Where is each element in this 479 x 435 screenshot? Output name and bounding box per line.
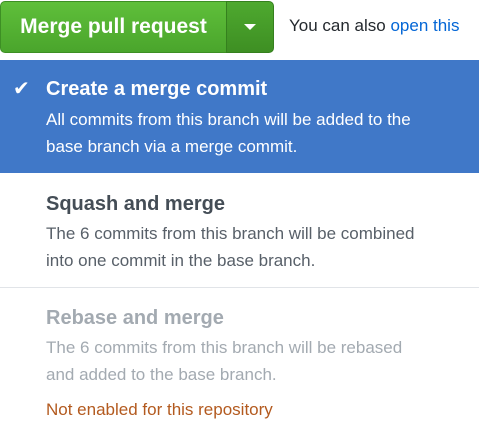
merge-method-dropdown-button[interactable] — [226, 1, 274, 53]
option-title: Rebase and merge — [46, 307, 224, 329]
option-title: Create a merge commit — [46, 78, 268, 100]
option-description: All commits from this branch will be add… — [46, 106, 466, 160]
open-this-link[interactable]: open this — [390, 16, 459, 35]
option-description-line: All commits from this branch will be add… — [46, 110, 411, 129]
alternate-actions-text: You can also open this — [289, 16, 459, 36]
merge-panel: Merge pull request You can also open thi… — [0, 0, 479, 435]
not-enabled-warning: Not enabled for this repository — [46, 400, 273, 419]
option-create-merge-commit[interactable]: ✔ Create a merge commit All commits from… — [0, 60, 479, 173]
option-description-line: base branch via a merge commit. — [46, 137, 298, 156]
caret-down-icon — [244, 24, 256, 30]
option-description-line: and added to the base branch. — [46, 365, 277, 384]
option-description: The 6 commits from this branch will be r… — [46, 334, 466, 388]
merge-pull-request-button[interactable]: Merge pull request — [0, 1, 226, 53]
option-squash-and-merge[interactable]: Squash and merge The 6 commits from this… — [0, 173, 479, 288]
option-description-line: The 6 commits from this branch will be c… — [46, 224, 415, 243]
option-description: The 6 commits from this branch will be c… — [46, 220, 466, 274]
option-description-line: The 6 commits from this branch will be r… — [46, 338, 403, 357]
option-description-line: into one commit in the base branch. — [46, 251, 316, 270]
also-prefix: You can also — [289, 16, 391, 35]
merge-method-menu: ✔ Create a merge commit All commits from… — [0, 60, 479, 435]
option-title: Squash and merge — [46, 193, 225, 215]
merge-button-label: Merge pull request — [20, 15, 207, 38]
check-icon: ✔ — [13, 78, 30, 100]
option-rebase-and-merge: Rebase and merge The 6 commits from this… — [0, 288, 479, 435]
